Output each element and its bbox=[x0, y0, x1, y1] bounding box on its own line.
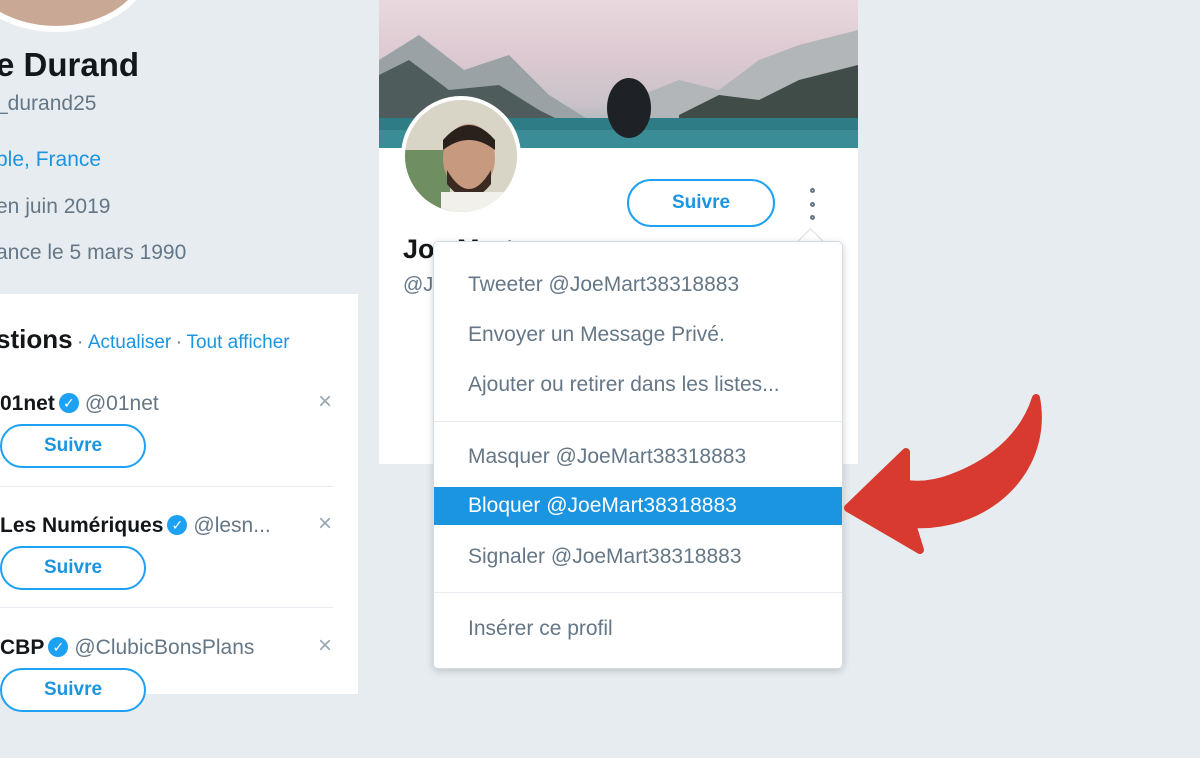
red-arrow-icon bbox=[844, 394, 1042, 554]
suggestion-name[interactable]: Les Numériques bbox=[0, 514, 163, 537]
more-options-icon[interactable] bbox=[803, 188, 821, 220]
follow-button[interactable]: Suivre bbox=[0, 546, 146, 590]
menu-item-direct-message[interactable]: Envoyer un Message Privé. bbox=[434, 316, 842, 354]
suggestion-handle: @lesn... bbox=[193, 514, 271, 537]
follow-button[interactable]: Suivre bbox=[627, 179, 775, 227]
separator: · bbox=[77, 332, 84, 353]
verified-icon: ✓ bbox=[58, 393, 79, 413]
suggestion-item: CBP ✓ @ClubicBonsPlans × Suivre bbox=[0, 632, 358, 758]
suggestions-panel: stions · Actualiser · Tout afficher 01ne… bbox=[0, 294, 358, 712]
suggestions-title: stions bbox=[0, 324, 73, 354]
menu-item-report[interactable]: Signaler @JoeMart38318883 bbox=[434, 538, 842, 576]
profile-name: e Durand bbox=[0, 46, 140, 83]
refresh-link[interactable]: Actualiser bbox=[88, 332, 171, 353]
verified-icon: ✓ bbox=[167, 515, 188, 535]
menu-item-lists[interactable]: Ajouter ou retirer dans les listes... bbox=[434, 366, 842, 404]
card-handle: @J bbox=[403, 274, 434, 296]
divider bbox=[0, 607, 333, 608]
verified-icon: ✓ bbox=[48, 637, 69, 657]
separator: · bbox=[175, 332, 183, 353]
menu-item-mute[interactable]: Masquer @JoeMart38318883 bbox=[434, 438, 842, 476]
suggestion-item: 01net ✓ @01net × Suivre bbox=[0, 388, 358, 514]
suggestion-name[interactable]: CBP bbox=[0, 636, 44, 659]
divider bbox=[0, 486, 333, 487]
menu-item-block[interactable]: Bloquer @JoeMart38318883 bbox=[434, 487, 842, 525]
close-icon[interactable]: × bbox=[318, 388, 332, 416]
close-icon[interactable]: × bbox=[318, 510, 332, 538]
follow-button[interactable]: Suivre bbox=[0, 424, 146, 468]
suggestion-item: Les Numériques ✓ @lesn... × Suivre bbox=[0, 510, 358, 636]
profile-dropdown-menu: Tweeter @JoeMart38318883 Envoyer un Mess… bbox=[433, 241, 843, 669]
menu-divider bbox=[434, 592, 842, 593]
profile-avatar[interactable] bbox=[0, 0, 152, 32]
profile-birth: ance le 5 mars 1990 bbox=[0, 241, 187, 264]
avatar-photo bbox=[405, 100, 517, 212]
profile-handle: _durand25 bbox=[0, 92, 97, 115]
profile-location[interactable]: ble, France bbox=[0, 148, 101, 172]
menu-item-embed[interactable]: Insérer ce profil bbox=[434, 610, 842, 648]
menu-item-tweet[interactable]: Tweeter @JoeMart38318883 bbox=[434, 266, 842, 304]
suggestion-name[interactable]: 01net bbox=[0, 392, 55, 415]
card-avatar[interactable] bbox=[401, 96, 521, 216]
close-icon[interactable]: × bbox=[318, 632, 332, 660]
show-all-link[interactable]: Tout afficher bbox=[186, 332, 289, 353]
profile-joined: en juin 2019 bbox=[0, 195, 111, 218]
suggestion-handle: @01net bbox=[84, 392, 159, 415]
suggestions-header: stions · Actualiser · Tout afficher bbox=[0, 324, 290, 355]
menu-divider bbox=[434, 421, 842, 422]
suggestion-handle: @ClubicBonsPlans bbox=[74, 636, 255, 659]
